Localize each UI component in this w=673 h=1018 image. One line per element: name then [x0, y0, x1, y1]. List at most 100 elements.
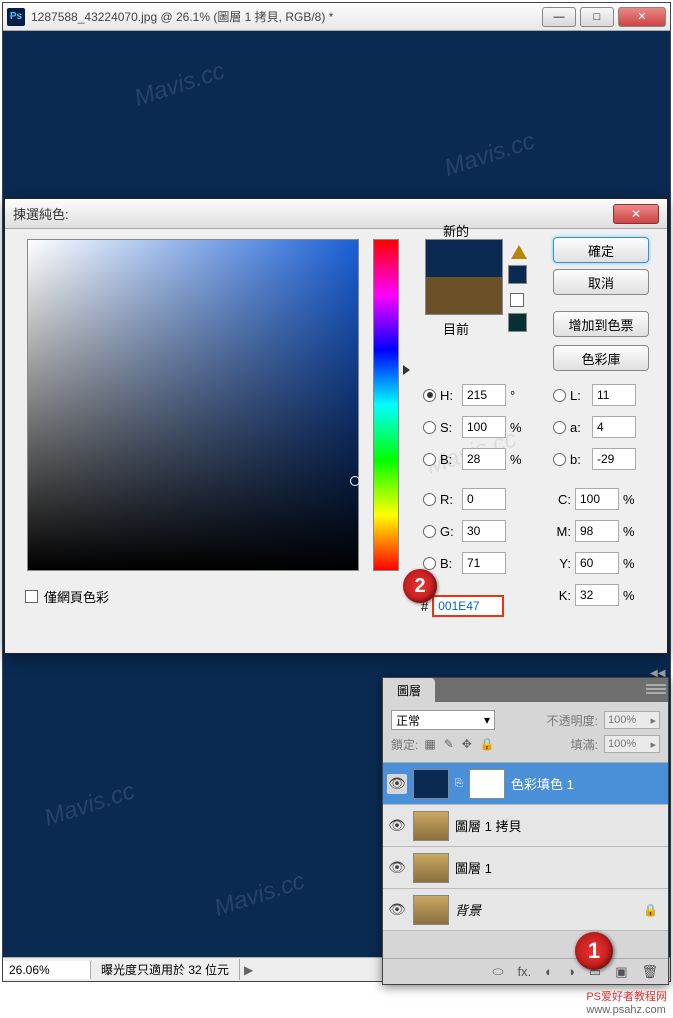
r-radio[interactable] — [423, 493, 436, 506]
blend-mode-select[interactable]: 正常▾ — [391, 710, 495, 730]
layers-panel: ◀◀ 圖層 正常▾ 不透明度: 100%▸ 鎖定: ▦ ✎ ✥ 🔒 填滿: 10… — [382, 677, 669, 985]
add-swatch-button[interactable]: 增加到色票 — [553, 311, 649, 337]
window-title: 1287588_43224070.jpg @ 26.1% (圖層 1 拷貝, R… — [31, 8, 542, 25]
lab-cmyk-fields: L: a: b: C:% M:% Y:% K:% — [553, 379, 658, 611]
color-picker-dialog: 揀選純色: ✕ Mavis.cc Mavis.cc 新的 目前 確定 取消 增加… — [4, 198, 668, 654]
gamut-warning-icon[interactable] — [511, 245, 527, 259]
color-libraries-button[interactable]: 色彩庫 — [553, 345, 649, 371]
layers-tab[interactable]: 圖層 — [383, 678, 435, 702]
link-icon: ⎘ — [455, 778, 463, 789]
new-layer-icon[interactable]: ▣ — [615, 964, 627, 980]
fill-label: 填滿: — [571, 736, 598, 753]
bb-radio[interactable] — [423, 557, 436, 570]
lb-radio[interactable] — [553, 453, 566, 466]
visibility-icon[interactable]: 👁 — [387, 774, 407, 794]
bb-input[interactable] — [462, 552, 506, 574]
new-color-swatch — [426, 240, 502, 277]
current-color-label: 目前 — [443, 319, 469, 338]
g-input[interactable] — [462, 520, 506, 542]
panel-menu-icon[interactable] — [646, 680, 666, 698]
k-input[interactable] — [575, 584, 619, 606]
b-input[interactable] — [462, 448, 506, 470]
layer-name[interactable]: 色彩填色 1 — [511, 774, 574, 793]
opacity-input[interactable]: 100%▸ — [604, 711, 660, 729]
l-input[interactable] — [592, 384, 636, 406]
l-radio[interactable] — [553, 389, 566, 402]
dialog-title: 揀選純色: — [13, 204, 613, 223]
link-layers-icon[interactable]: ⬭ — [492, 964, 503, 980]
lock-label: 鎖定: — [391, 736, 418, 753]
adjustment-icon[interactable]: ◑ — [567, 964, 575, 979]
color-field[interactable] — [27, 239, 359, 571]
websafe-swatch[interactable] — [508, 313, 527, 332]
lock-all-icon[interactable]: 🔒 — [480, 737, 495, 751]
hex-input[interactable] — [432, 595, 504, 617]
mask-icon[interactable]: ◐ — [545, 964, 553, 979]
layer-thumbnail[interactable] — [413, 769, 449, 799]
s-input[interactable] — [462, 416, 506, 438]
visibility-icon[interactable]: 👁 — [387, 900, 407, 920]
h-radio[interactable] — [423, 389, 436, 402]
visibility-icon[interactable]: 👁 — [387, 858, 407, 878]
b-radio[interactable] — [423, 453, 436, 466]
app-icon: Ps — [7, 8, 25, 26]
lock-position-icon[interactable]: ✥ — [462, 737, 472, 751]
delete-icon[interactable]: 🗑 — [641, 964, 658, 980]
fx-icon[interactable]: fx. — [517, 964, 531, 979]
web-only-checkbox[interactable] — [25, 590, 38, 603]
layer-name[interactable]: 圖層 1 — [455, 858, 492, 877]
layer-row[interactable]: 👁 ⎘ 色彩填色 1 — [383, 763, 668, 805]
cancel-button[interactable]: 取消 — [553, 269, 649, 295]
ok-button[interactable]: 確定 — [553, 237, 649, 263]
layer-row[interactable]: 👁 圖層 1 拷貝 — [383, 805, 668, 847]
layer-row[interactable]: 👁 圖層 1 — [383, 847, 668, 889]
minimize-button[interactable]: — — [542, 7, 576, 27]
layer-thumbnail[interactable] — [413, 811, 449, 841]
dialog-close-button[interactable]: ✕ — [613, 204, 659, 224]
panel-header: 圖層 — [383, 678, 668, 702]
lock-icon: 🔒 — [643, 903, 658, 917]
mask-thumbnail[interactable] — [469, 769, 505, 799]
s-radio[interactable] — [423, 421, 436, 434]
layer-thumbnail[interactable] — [413, 853, 449, 883]
credit: PS爱好者教程网 www.psahz.com — [586, 988, 667, 1016]
m-input[interactable] — [575, 520, 619, 542]
web-only-row: 僅網頁色彩 — [25, 587, 109, 606]
panel-collapse-icon[interactable]: ◀◀ — [650, 668, 666, 679]
y-input[interactable] — [575, 552, 619, 574]
websafe-warning-icon[interactable] — [510, 293, 524, 307]
r-input[interactable] — [462, 488, 506, 510]
gamut-swatch[interactable] — [508, 265, 527, 284]
zoom-level[interactable]: 26.06% — [3, 961, 91, 979]
fill-input[interactable]: 100%▸ — [604, 735, 660, 753]
new-color-label: 新的 — [443, 221, 469, 240]
layer-list: 👁 ⎘ 色彩填色 1 👁 圖層 1 拷貝 👁 圖層 1 👁 背景 🔒 — [383, 763, 668, 931]
layer-name[interactable]: 背景 — [455, 900, 481, 919]
web-only-label: 僅網頁色彩 — [44, 587, 109, 606]
g-radio[interactable] — [423, 525, 436, 538]
layer-thumbnail[interactable] — [413, 895, 449, 925]
dialog-titlebar[interactable]: 揀選純色: ✕ — [5, 199, 667, 229]
h-input[interactable] — [462, 384, 506, 406]
status-info: 曝光度只適用於 32 位元 — [91, 959, 240, 980]
titlebar: Ps 1287588_43224070.jpg @ 26.1% (圖層 1 拷貝… — [3, 3, 670, 31]
close-button[interactable]: ✕ — [618, 7, 666, 27]
panel-footer: ⬭ fx. ◐ ◑ ▭ ▣ 🗑 — [383, 958, 668, 984]
layer-row[interactable]: 👁 背景 🔒 — [383, 889, 668, 931]
visibility-icon[interactable]: 👁 — [387, 816, 407, 836]
color-cursor — [350, 476, 360, 486]
lb-input[interactable] — [592, 448, 636, 470]
layer-name[interactable]: 圖層 1 拷貝 — [455, 816, 521, 835]
hue-slider[interactable] — [373, 239, 399, 571]
maximize-button[interactable]: □ — [580, 7, 614, 27]
lock-transparent-icon[interactable]: ▦ — [424, 737, 435, 751]
a-radio[interactable] — [553, 421, 566, 434]
a-input[interactable] — [592, 416, 636, 438]
layer-controls: 正常▾ 不透明度: 100%▸ 鎖定: ▦ ✎ ✥ 🔒 填滿: 100%▸ — [383, 702, 668, 763]
hue-indicator — [403, 365, 410, 375]
hex-row: # — [421, 595, 504, 617]
color-preview — [425, 239, 503, 315]
c-input[interactable] — [575, 488, 619, 510]
lock-pixels-icon[interactable]: ✎ — [444, 737, 454, 751]
window-controls: — □ ✕ — [542, 7, 666, 27]
